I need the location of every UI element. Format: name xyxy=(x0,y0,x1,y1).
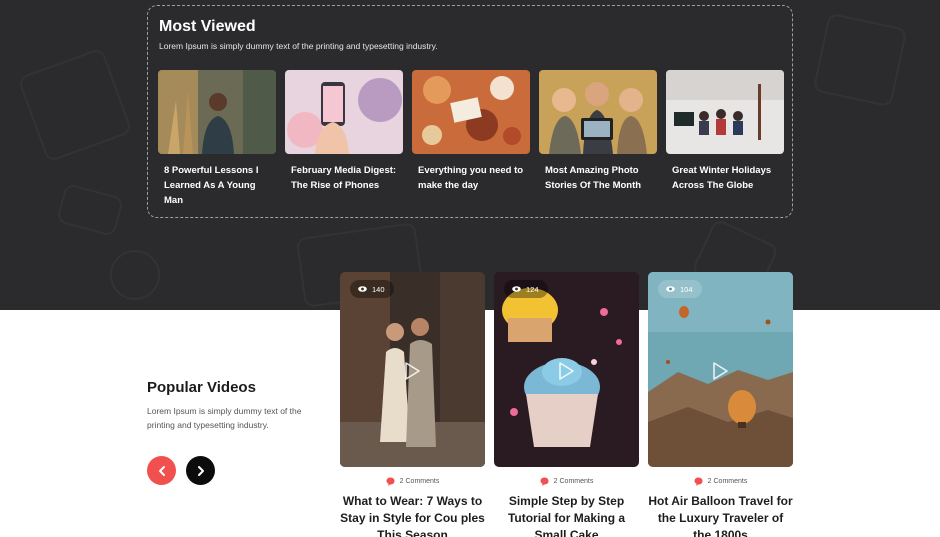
page: Most Viewed Lorem Ipsum is simply dummy … xyxy=(0,0,940,537)
view-count-badge: 140 xyxy=(350,280,394,298)
winter-holiday-image xyxy=(666,70,784,154)
comment-icon xyxy=(540,477,549,486)
eye-icon xyxy=(666,286,675,292)
eye-icon xyxy=(512,286,521,292)
most-viewed-thumbnail[interactable] xyxy=(539,70,657,154)
previous-button[interactable] xyxy=(147,456,176,485)
comment-icon xyxy=(386,477,395,486)
comment-count-label: 2 Comments xyxy=(707,478,748,485)
comment-count-label: 2 Comments xyxy=(553,478,594,485)
comment-count[interactable]: 2 Comments xyxy=(340,477,485,486)
popular-videos-subtitle: Lorem Ipsum is simply dummy text of the … xyxy=(147,406,302,430)
video-thumbnail[interactable]: 140 xyxy=(340,272,485,467)
portrait-photo-image xyxy=(158,70,276,154)
phone-photo-image xyxy=(285,70,403,154)
video-title[interactable]: What to Wear: 7 Ways to Stay in Style fo… xyxy=(340,493,485,537)
comment-count-label: 2 Comments xyxy=(399,478,440,485)
most-viewed-card-title[interactable]: Most Amazing Photo Stories Of The Month xyxy=(539,163,657,193)
most-viewed-subtitle: Lorem Ipsum is simply dummy text of the … xyxy=(159,41,438,51)
comment-count[interactable]: 2 Comments xyxy=(494,477,639,486)
most-viewed-card-title[interactable]: February Media Digest: The Rise of Phone… xyxy=(285,163,403,193)
autumn-flatlay-image xyxy=(412,70,530,154)
view-count-badge: 124 xyxy=(504,280,548,298)
most-viewed-thumbnail[interactable] xyxy=(285,70,403,154)
view-count: 124 xyxy=(526,284,539,294)
video-thumbnail[interactable]: 104 xyxy=(648,272,793,467)
comment-count[interactable]: 2 Comments xyxy=(648,477,793,486)
most-viewed-thumbnail[interactable] xyxy=(412,70,530,154)
next-button[interactable] xyxy=(186,456,215,485)
video-title[interactable]: Simple Step by Step Tutorial for Making … xyxy=(494,493,639,537)
most-viewed-card-title[interactable]: Everything you need to make the day xyxy=(412,163,530,193)
play-icon[interactable] xyxy=(556,361,576,381)
most-viewed-card[interactable]: 8 Powerful Lessons I Learned As A Young … xyxy=(158,70,276,208)
video-title[interactable]: Hot Air Balloon Travel for the Luxury Tr… xyxy=(648,493,793,537)
play-icon[interactable] xyxy=(402,361,422,381)
eye-icon xyxy=(358,286,367,292)
chevron-right-icon xyxy=(197,465,204,476)
most-viewed-card[interactable]: Most Amazing Photo Stories Of The Month xyxy=(539,70,657,193)
most-viewed-card-title[interactable]: 8 Powerful Lessons I Learned As A Young … xyxy=(158,163,276,208)
most-viewed-title: Most Viewed xyxy=(159,18,256,35)
most-viewed-card[interactable]: Great Winter Holidays Across The Globe xyxy=(666,70,784,193)
most-viewed-thumbnail[interactable] xyxy=(666,70,784,154)
video-card[interactable]: 124 2 Comments Simple Step by Step Tutor… xyxy=(494,272,639,537)
view-count-badge: 104 xyxy=(658,280,702,298)
friends-selfie-image xyxy=(539,70,657,154)
most-viewed-section: Most Viewed Lorem Ipsum is simply dummy … xyxy=(147,5,793,218)
view-count: 104 xyxy=(680,284,693,294)
view-count: 140 xyxy=(372,284,385,294)
most-viewed-card[interactable]: Everything you need to make the day xyxy=(412,70,530,193)
play-icon[interactable] xyxy=(710,361,730,381)
chevron-left-icon xyxy=(158,465,165,476)
most-viewed-thumbnail[interactable] xyxy=(158,70,276,154)
video-thumbnail[interactable]: 124 xyxy=(494,272,639,467)
popular-videos-title: Popular Videos xyxy=(147,379,256,396)
comment-icon xyxy=(694,477,703,486)
video-card[interactable]: 104 2 Comments Hot Air Balloon Travel fo… xyxy=(648,272,793,537)
most-viewed-card[interactable]: February Media Digest: The Rise of Phone… xyxy=(285,70,403,193)
video-card[interactable]: 140 2 Comments What to Wear: 7 Ways to S… xyxy=(340,272,485,537)
most-viewed-card-title[interactable]: Great Winter Holidays Across The Globe xyxy=(666,163,784,193)
